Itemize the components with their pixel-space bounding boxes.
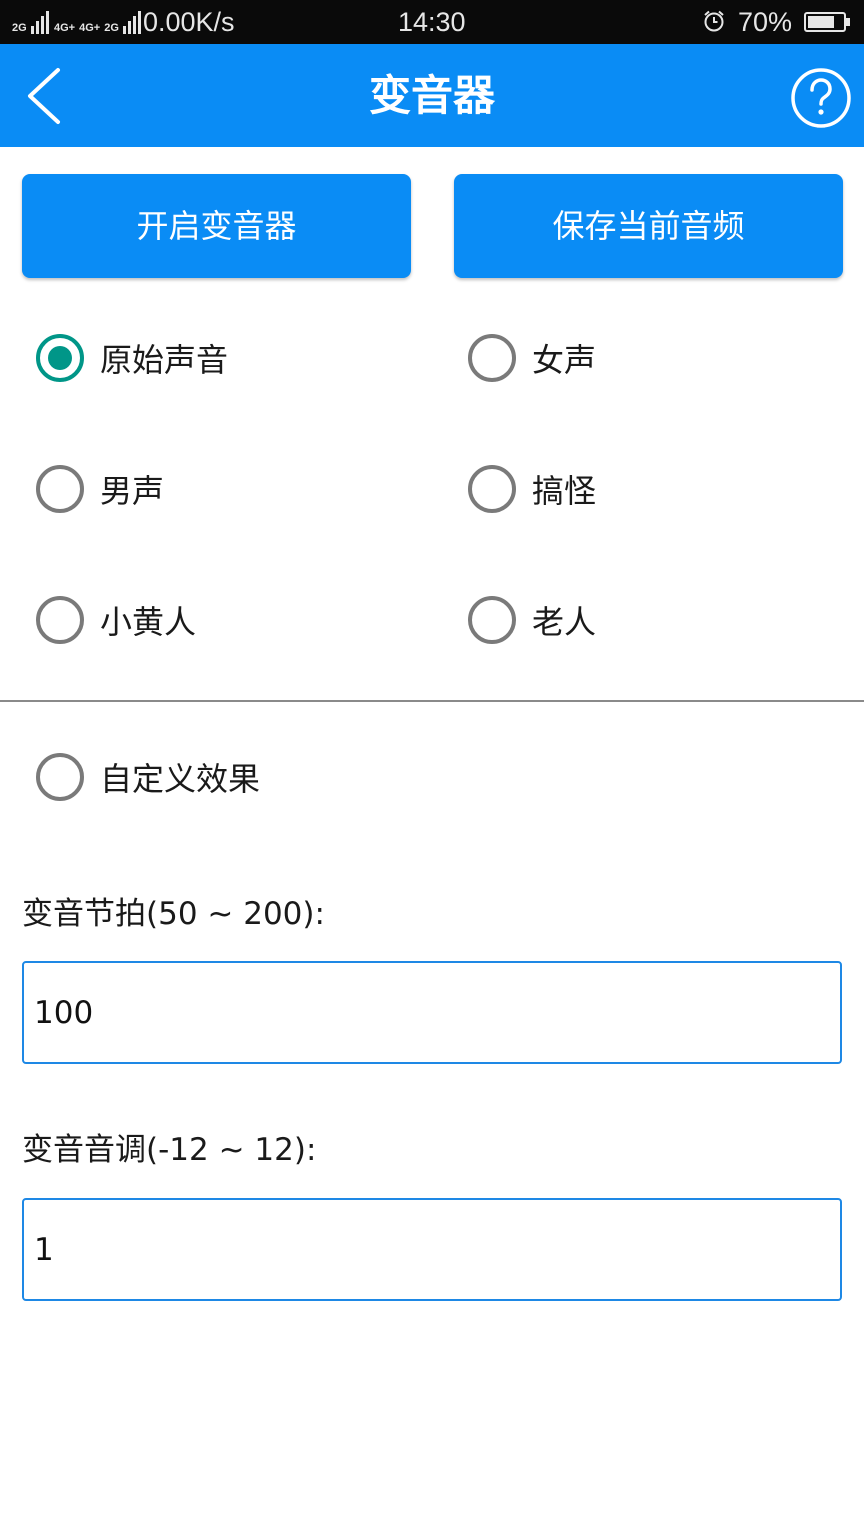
battery-percent: 70%: [738, 7, 793, 37]
network-type-label: 4G+: [54, 22, 76, 34]
clock: 14:30: [398, 7, 466, 37]
radio-label: 女声: [532, 341, 597, 379]
network-type-label: 4G+: [79, 22, 101, 34]
radio-checked-icon: [36, 334, 84, 382]
alarm-icon: [704, 10, 724, 32]
radio-unchecked-icon: [468, 465, 516, 513]
radio-unchecked-icon: [36, 596, 84, 644]
radio-label: 男声: [100, 472, 165, 510]
radio-unchecked-icon: [36, 465, 84, 513]
radio-unchecked-icon: [36, 753, 84, 801]
radio-funny-voice[interactable]: 搞怪: [468, 459, 596, 519]
radio-minion-voice[interactable]: 小黄人: [36, 590, 196, 650]
help-circle-icon: [791, 68, 851, 128]
pitch-input[interactable]: [22, 1198, 842, 1301]
radio-unchecked-icon: [468, 334, 516, 382]
network-speed: 0.00K/s: [143, 7, 235, 37]
help-button[interactable]: [790, 67, 852, 129]
network-type-label: 2G: [12, 22, 27, 34]
signal-icon-2: 4G+ 4G+ 2G: [54, 8, 141, 34]
status-bar: 2G 4G+ 4G+ 2G 0.00K/s 14:30 70%: [0, 0, 864, 44]
radio-label: 搞怪: [532, 472, 597, 510]
pitch-label: 变音音调(-12 ~ 12):: [22, 1132, 317, 1168]
save-audio-button[interactable]: 保存当前音频: [454, 174, 843, 278]
radio-label: 自定义效果: [100, 760, 261, 798]
radio-unchecked-icon: [468, 596, 516, 644]
tempo-input[interactable]: [22, 961, 842, 1064]
radio-label: 老人: [532, 603, 597, 641]
radio-male-voice[interactable]: 男声: [36, 459, 164, 519]
signal-icon: 2G: [12, 8, 49, 34]
radio-custom-effect[interactable]: 自定义效果: [36, 747, 260, 807]
page-title: 变音器: [368, 71, 495, 120]
radio-female-voice[interactable]: 女声: [468, 328, 596, 388]
radio-label: 小黄人: [100, 603, 197, 641]
radio-label: 原始声音: [100, 341, 229, 379]
radio-original-voice[interactable]: 原始声音: [36, 328, 228, 388]
network-type-label: 2G: [104, 22, 119, 34]
app-bar: 变音器: [0, 44, 864, 147]
radio-elderly-voice[interactable]: 老人: [468, 590, 596, 650]
divider: [0, 700, 864, 702]
start-voice-changer-button[interactable]: 开启变音器: [22, 174, 411, 278]
battery-icon: [804, 12, 850, 32]
tempo-label: 变音节拍(50 ~ 200):: [22, 896, 325, 932]
